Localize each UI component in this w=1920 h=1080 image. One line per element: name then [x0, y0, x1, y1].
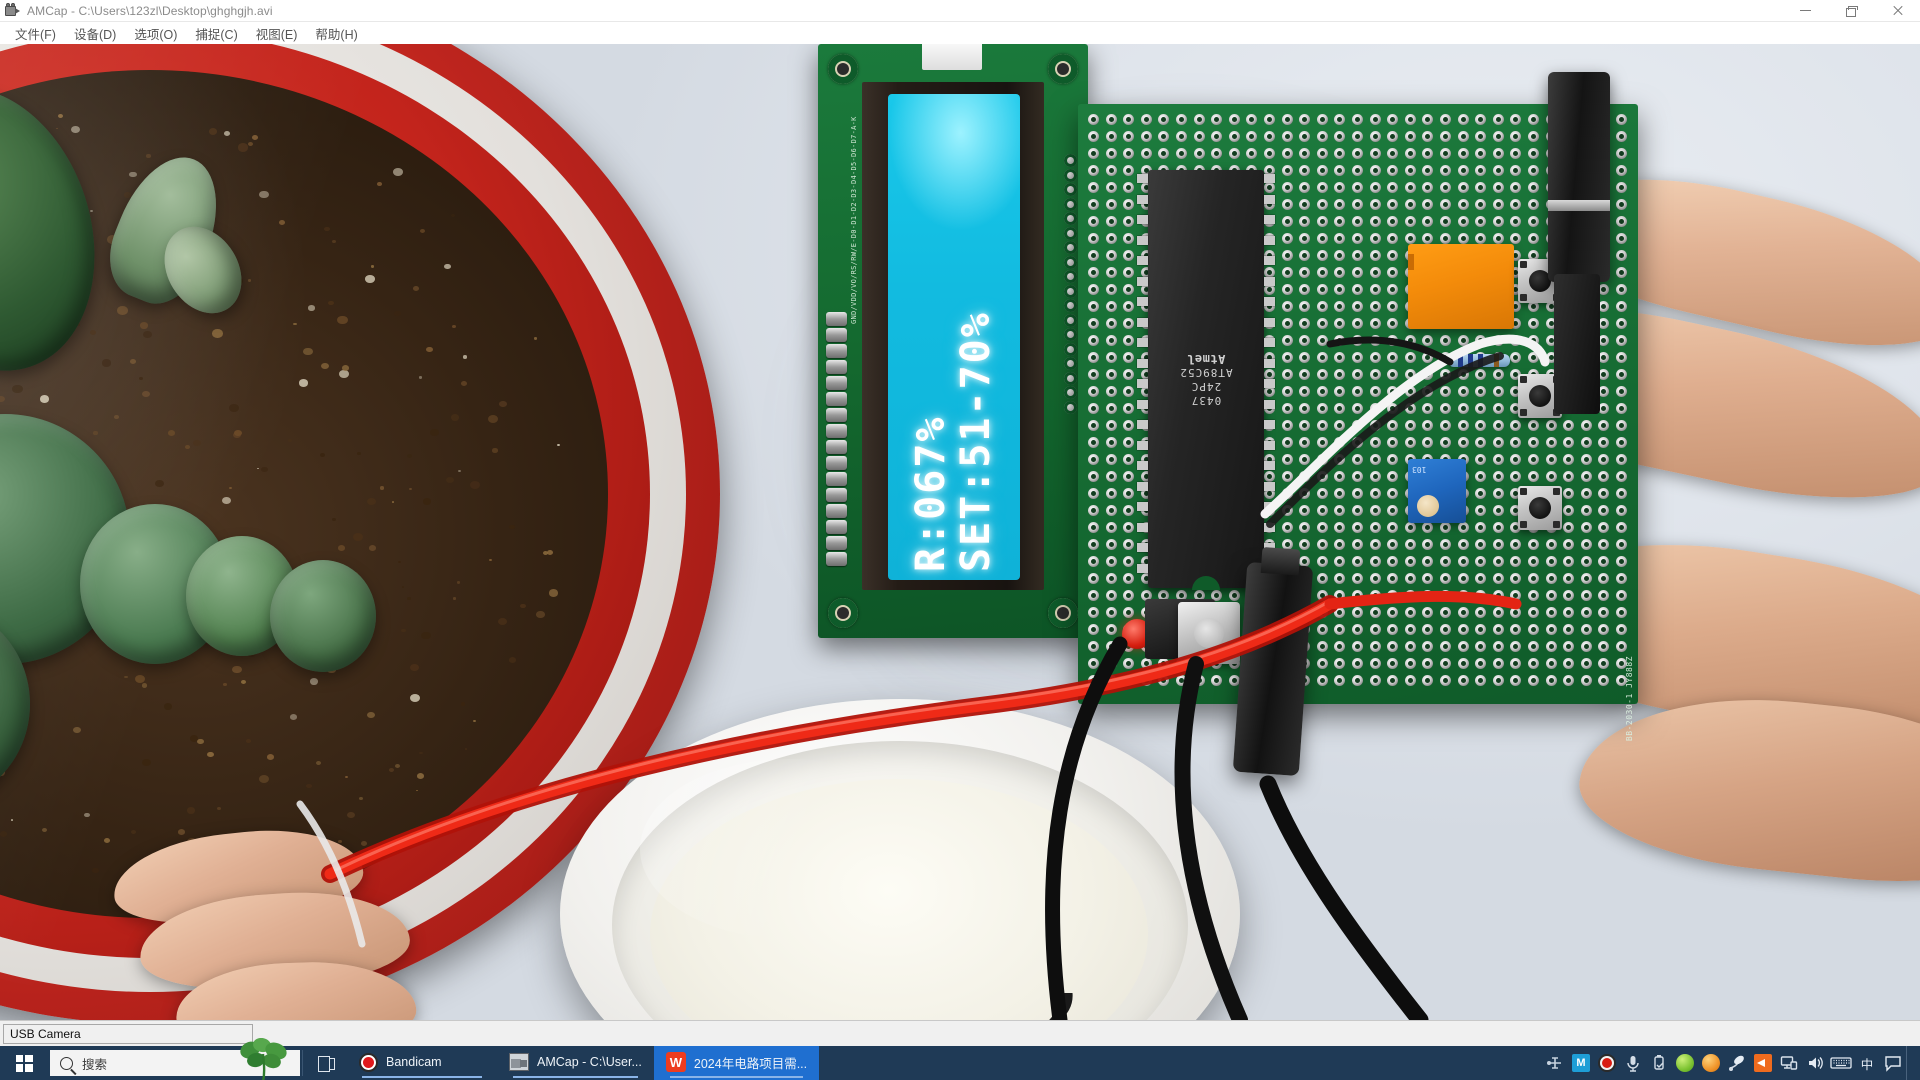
- camera-icon: [4, 2, 22, 20]
- taskbar: 搜索 Bandicam AMCap - C:\User... W 2024年电路…: [0, 1046, 1920, 1080]
- clover-icon: [232, 1038, 294, 1080]
- satellite-icon[interactable]: [1724, 1046, 1750, 1080]
- bandicam-record-icon[interactable]: [1594, 1046, 1620, 1080]
- close-button[interactable]: [1874, 0, 1920, 22]
- taskbar-item-amcap[interactable]: AMCap - C:\User...: [497, 1046, 654, 1080]
- close-icon: [1892, 5, 1903, 16]
- keyboard-icon[interactable]: [1828, 1046, 1854, 1080]
- minimize-icon: [1800, 10, 1811, 11]
- minimize-button[interactable]: [1782, 0, 1828, 22]
- usb-device-icon[interactable]: [1542, 1046, 1568, 1080]
- volume-icon[interactable]: [1802, 1046, 1828, 1080]
- wps-icon: W: [666, 1052, 686, 1072]
- network-icon[interactable]: [1776, 1046, 1802, 1080]
- maximize-icon: [1846, 6, 1856, 15]
- bandicam-icon: [359, 1053, 378, 1072]
- menu-options[interactable]: 选项(O): [125, 22, 186, 45]
- orange-security-icon[interactable]: [1698, 1046, 1724, 1080]
- taskbar-item-label: Bandicam: [386, 1055, 442, 1069]
- menu-help[interactable]: 帮助(H): [306, 22, 366, 45]
- menu-devices[interactable]: 设备(D): [65, 22, 125, 45]
- ime-chinese-icon[interactable]: 中: [1854, 1054, 1880, 1073]
- windows-logo-icon: [16, 1055, 33, 1072]
- search-placeholder: 搜索: [82, 1054, 107, 1073]
- amcap-window: AMCap - C:\Users\123zl\Desktop\ghghgjh.a…: [0, 0, 1920, 1080]
- menu-file[interactable]: 文件(F): [6, 22, 65, 45]
- maximize-button[interactable]: [1828, 0, 1874, 22]
- task-view-button[interactable]: [305, 1046, 347, 1080]
- amcap-icon: [509, 1053, 529, 1071]
- menu-view[interactable]: 视图(E): [247, 22, 307, 45]
- task-view-icon: [318, 1056, 335, 1070]
- menu-capture[interactable]: 捕捉(C): [186, 22, 246, 45]
- window-title: AMCap - C:\Users\123zl\Desktop\ghghgjh.a…: [27, 4, 273, 18]
- taskbar-item-bandicam[interactable]: Bandicam: [347, 1046, 497, 1080]
- menu-bar: 文件(F) 设备(D) 选项(O) 捕捉(C) 视图(E) 帮助(H): [0, 22, 1920, 44]
- system-tray: M 中: [1542, 1046, 1920, 1080]
- taskbar-item-wps[interactable]: W 2024年电路项目需...: [654, 1046, 819, 1080]
- orange-flag-icon[interactable]: [1750, 1046, 1776, 1080]
- taskbar-items: Bandicam AMCap - C:\User... W 2024年电路项目需…: [347, 1046, 819, 1080]
- green-shield-icon[interactable]: [1672, 1046, 1698, 1080]
- title-bar: AMCap - C:\Users\123zl\Desktop\ghghgjh.a…: [0, 0, 1920, 22]
- usb-drive-icon[interactable]: [1646, 1046, 1672, 1080]
- video-preview[interactable]: GND/VDD/VO/RS/RW/E-D0-D1-D2-D3-D4-D5-D6-…: [0, 44, 1920, 1020]
- wps-cloud-icon[interactable]: M: [1568, 1046, 1594, 1080]
- action-center-icon[interactable]: [1880, 1046, 1906, 1080]
- taskbar-item-label: 2024年电路项目需...: [694, 1053, 807, 1072]
- taskbar-item-label: AMCap - C:\User...: [537, 1055, 642, 1069]
- status-device-cell: USB Camera: [3, 1024, 253, 1044]
- microphone-icon[interactable]: [1620, 1046, 1646, 1080]
- status-device-label: USB Camera: [10, 1027, 81, 1041]
- search-box[interactable]: 搜索: [50, 1050, 300, 1076]
- search-icon: [60, 1057, 73, 1070]
- start-button[interactable]: [0, 1046, 48, 1080]
- show-desktop-button[interactable]: [1906, 1046, 1914, 1080]
- wiring-cables: [0, 44, 1920, 1020]
